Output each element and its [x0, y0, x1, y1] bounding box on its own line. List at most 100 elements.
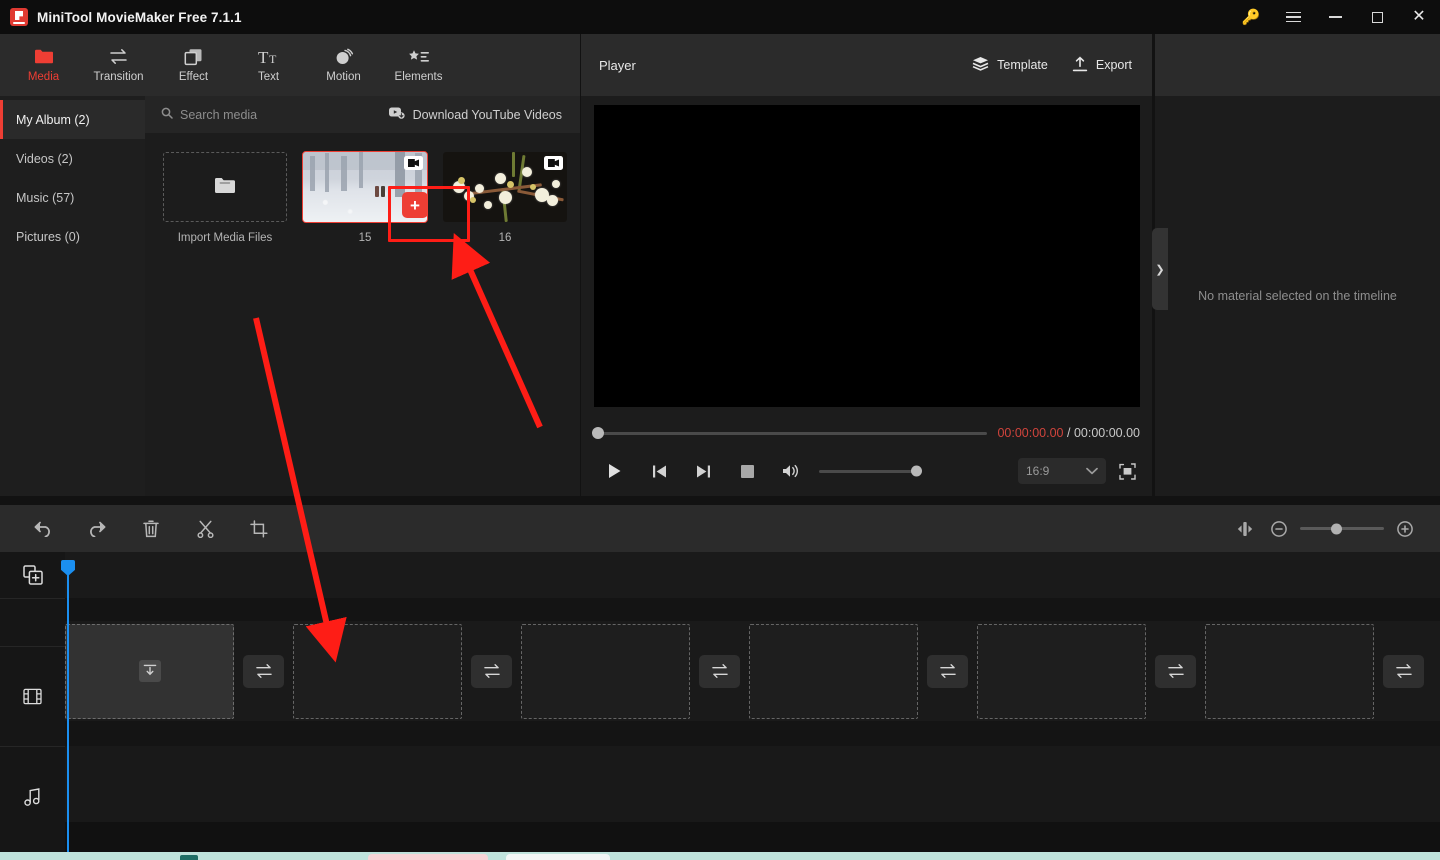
search-icon	[161, 106, 173, 124]
media-grid: Import Media Files 15 16	[145, 133, 580, 244]
elements-star-list-icon	[408, 47, 430, 66]
delete-button[interactable]	[124, 505, 178, 552]
chevron-down-icon	[1086, 464, 1098, 478]
youtube-download-icon	[388, 106, 405, 124]
stop-button[interactable]	[725, 450, 769, 492]
background-shape-a	[180, 855, 198, 860]
album-item-videos[interactable]: Videos (2)	[0, 139, 145, 178]
clip-slot-1[interactable]	[65, 623, 234, 719]
tab-effect[interactable]: Effect	[156, 34, 231, 96]
transition-button-6[interactable]	[1383, 654, 1424, 688]
import-media-files-button[interactable]	[163, 152, 287, 222]
properties-panel-body: No material selected on the timeline	[1155, 96, 1440, 496]
timeline-zoom-controls	[1228, 505, 1422, 552]
clip-slot-3[interactable]	[521, 623, 690, 719]
seek-slider-handle[interactable]	[592, 427, 604, 439]
audio-track-header[interactable]	[0, 746, 65, 847]
media-panel: My Album (2) Videos (2) Music (57) Pictu…	[0, 96, 580, 496]
collapse-panel-handle[interactable]: ❯	[1152, 228, 1168, 310]
timeline-lane-spacer	[65, 598, 1440, 621]
video-camera-icon	[544, 156, 563, 170]
timecode-display: 00:00:00.00 / 00:00:00.00	[997, 426, 1140, 440]
template-button[interactable]: Template	[972, 56, 1048, 74]
player-right-controls: 16:9	[1018, 458, 1140, 484]
tab-transition[interactable]: Transition	[81, 34, 156, 96]
current-time: 00:00:00.00	[997, 426, 1064, 440]
volume-button[interactable]	[769, 450, 813, 492]
export-button-label: Export	[1095, 58, 1132, 72]
timeline-lane-gap	[65, 721, 1440, 746]
timeline-lanes	[65, 552, 1440, 860]
download-youtube-videos-button[interactable]: Download YouTube Videos	[388, 106, 562, 124]
background-window-strip	[0, 852, 1440, 860]
search-input[interactable]: Search media	[161, 106, 257, 124]
timeline-toolbar	[0, 505, 1440, 552]
media-toolbar: Search media Download YouTube Videos	[145, 96, 580, 133]
previous-frame-button[interactable]	[637, 450, 681, 492]
media-thumbnail[interactable]	[443, 152, 567, 222]
player-header: Player Template Export	[581, 34, 1152, 96]
album-item-label: Music (57)	[16, 190, 75, 205]
audio-track-lane[interactable]	[65, 746, 1440, 822]
transition-button-4[interactable]	[927, 654, 968, 688]
upload-arrow-icon	[1072, 56, 1088, 75]
album-item-my-album[interactable]: My Album (2)	[0, 100, 145, 139]
svg-text:T: T	[269, 52, 277, 66]
properties-panel-header	[1155, 34, 1440, 96]
tab-motion[interactable]: Motion	[306, 34, 381, 96]
clip-slot-5[interactable]	[977, 623, 1146, 719]
album-item-label: Pictures (0)	[16, 229, 80, 244]
album-item-music[interactable]: Music (57)	[0, 178, 145, 217]
maximize-icon[interactable]	[1356, 0, 1398, 34]
text-tt-icon: TT	[258, 47, 280, 66]
add-to-timeline-plus-button[interactable]: +	[402, 192, 428, 218]
hamburger-menu-icon[interactable]	[1272, 0, 1314, 34]
split-button[interactable]	[178, 505, 232, 552]
clip-slot-2[interactable]	[293, 623, 462, 719]
minimize-icon[interactable]	[1314, 0, 1356, 34]
undo-button[interactable]	[16, 505, 70, 552]
fit-to-timeline-icon[interactable]	[1228, 505, 1262, 552]
media-item-16: 16	[443, 152, 567, 244]
tab-text[interactable]: TT Text	[231, 34, 306, 96]
play-button[interactable]	[593, 450, 637, 492]
window-controls: 🔑 ✕	[1230, 0, 1440, 34]
add-track-button[interactable]	[0, 552, 65, 598]
crop-button[interactable]	[232, 505, 286, 552]
next-frame-button[interactable]	[681, 450, 725, 492]
timeline-ruler[interactable]	[65, 552, 1440, 598]
preview-canvas[interactable]	[593, 105, 1140, 407]
aspect-ratio-select[interactable]: 16:9	[1018, 458, 1106, 484]
volume-slider[interactable]	[819, 465, 922, 477]
zoom-minus-icon[interactable]	[1262, 505, 1296, 552]
transition-button-3[interactable]	[699, 654, 740, 688]
svg-text:T: T	[258, 48, 269, 66]
close-icon[interactable]: ✕	[1398, 0, 1440, 34]
app-window: MiniTool MovieMaker Free 7.1.1 🔑 ✕ Media	[0, 0, 1440, 860]
transition-button-1[interactable]	[243, 654, 284, 688]
layers-square-icon	[184, 47, 203, 66]
playhead[interactable]	[67, 572, 69, 852]
zoom-plus-icon[interactable]	[1388, 505, 1422, 552]
fullscreen-icon[interactable]	[1114, 458, 1140, 484]
export-button[interactable]: Export	[1072, 56, 1132, 75]
album-item-pictures[interactable]: Pictures (0)	[0, 217, 145, 256]
clip-slot-4[interactable]	[749, 623, 918, 719]
clip-slot-6[interactable]	[1205, 623, 1374, 719]
transition-button-2[interactable]	[471, 654, 512, 688]
timeline-zoom-slider[interactable]	[1300, 523, 1384, 534]
video-track-lane[interactable]	[65, 621, 1440, 721]
video-track-header[interactable]	[0, 646, 65, 746]
template-button-label: Template	[997, 58, 1048, 72]
seek-slider[interactable]	[592, 427, 988, 439]
volume-slider-handle[interactable]	[911, 465, 922, 477]
transition-button-5[interactable]	[1155, 654, 1196, 688]
media-content-pane: Search media Download YouTube Videos Imp…	[145, 96, 580, 496]
media-item-caption: 15	[358, 232, 372, 244]
clip-row	[65, 621, 1433, 721]
key-icon[interactable]: 🔑	[1230, 0, 1272, 34]
tab-elements[interactable]: Elements	[381, 34, 456, 96]
tab-media[interactable]: Media	[6, 34, 81, 96]
redo-button[interactable]	[70, 505, 124, 552]
timeline-zoom-slider-handle[interactable]	[1331, 523, 1343, 534]
